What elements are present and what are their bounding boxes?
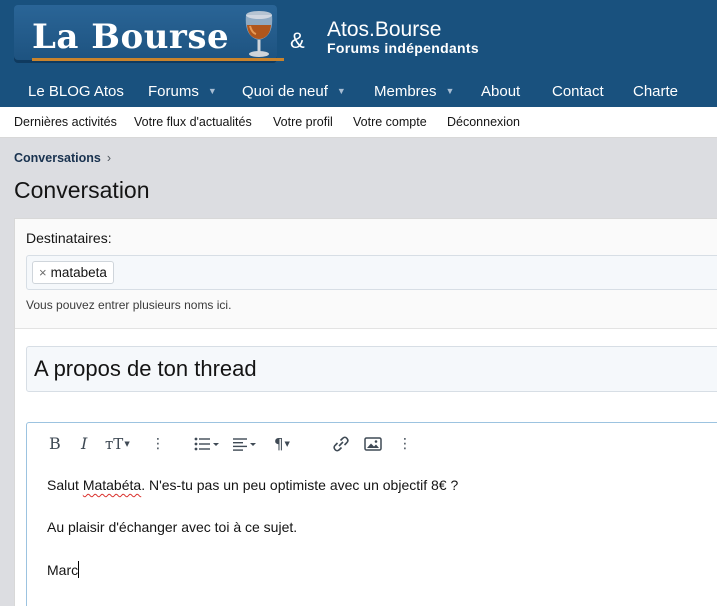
italic-icon[interactable]: I bbox=[81, 434, 87, 454]
nav-about[interactable]: About bbox=[481, 83, 520, 100]
nav-blog-atos[interactable]: Le BLOG Atos bbox=[28, 83, 124, 100]
subnav-recent-activity[interactable]: Dernières activités bbox=[14, 115, 117, 129]
align-icon[interactable] bbox=[233, 434, 259, 454]
nav-charte[interactable]: Charte bbox=[633, 83, 678, 100]
bold-icon[interactable]: B bbox=[49, 434, 61, 454]
main-nav: Le BLOG Atos Forums ▼ Quoi de neuf ▼ Membr… bbox=[0, 78, 717, 107]
nav-label: Le BLOG Atos bbox=[28, 83, 124, 100]
message-paragraph: Marc bbox=[47, 561, 80, 578]
conversation-form: Destinataires: × matabeta Vous pouvez en… bbox=[14, 218, 717, 606]
site-title[interactable]: Atos.Bourse bbox=[327, 18, 441, 42]
conversation-title-input[interactable]: A propos de ton thread bbox=[26, 346, 717, 392]
paragraph-icon[interactable]: ¶▼ bbox=[274, 434, 290, 454]
recipients-help: Vous pouvez entrer plusieurs noms ici. bbox=[26, 298, 232, 312]
editor-content[interactable]: Salut Matabéta. N'es-tu pas un peu optim… bbox=[47, 477, 458, 603]
page-title: Conversation bbox=[14, 177, 150, 203]
message-paragraph: Au plaisir d'échanger avec toi à ce suje… bbox=[47, 519, 298, 535]
sub-nav: Dernières activités Votre flux d'actuali… bbox=[0, 107, 717, 138]
nav-label: Membres bbox=[374, 83, 437, 100]
nav-forums[interactable]: Forums ▼ bbox=[148, 83, 217, 100]
nav-label: Quoi de neuf bbox=[242, 83, 328, 100]
message-paragraph: Salut Matabéta. N'es-tu pas un peu optim… bbox=[47, 477, 459, 493]
site-header: La Bourse & Atos.Bourse Forums indépenda… bbox=[0, 0, 717, 78]
subnav-logout[interactable]: Déconnexion bbox=[447, 115, 520, 129]
recipients-label: Destinataires: bbox=[26, 230, 112, 246]
list-icon[interactable] bbox=[194, 434, 220, 454]
nav-contact[interactable]: Contact bbox=[552, 83, 604, 100]
editor-toolbar: B I ᴛT▼ ⋮ ¶▼ ⋮ bbox=[27, 423, 717, 463]
subnav-profile[interactable]: Votre profil bbox=[273, 115, 333, 129]
more-vertical-icon[interactable]: ⋮ bbox=[151, 434, 165, 454]
recipient-token[interactable]: × matabeta bbox=[32, 261, 114, 284]
site-logo[interactable]: La Bourse bbox=[14, 5, 284, 63]
chevron-down-icon[interactable]: ▼ bbox=[446, 86, 455, 96]
recipients-section: Destinataires: × matabeta Vous pouvez en… bbox=[15, 219, 717, 329]
nav-label: Charte bbox=[633, 83, 679, 100]
ampersand: & bbox=[290, 28, 305, 53]
image-icon[interactable] bbox=[364, 434, 382, 454]
nav-label: Contact bbox=[552, 83, 604, 100]
breadcrumb: Conversations › bbox=[14, 151, 111, 165]
close-icon[interactable]: × bbox=[39, 265, 47, 280]
nav-label: About bbox=[481, 83, 521, 100]
chevron-right-icon: › bbox=[106, 151, 112, 165]
message-editor[interactable]: B I ᴛT▼ ⋮ ¶▼ ⋮ Salut Matabéta. N'es-tu p… bbox=[26, 422, 717, 606]
brandy-glass-icon bbox=[245, 11, 273, 57]
logo-text: La Bourse bbox=[32, 17, 230, 57]
subnav-news-feed[interactable]: Votre flux d'actualités bbox=[134, 115, 252, 129]
more-vertical-icon[interactable]: ⋮ bbox=[398, 434, 412, 454]
misspelled-word[interactable]: Matabéta bbox=[83, 477, 141, 493]
recipients-input[interactable]: × matabeta bbox=[26, 255, 717, 290]
chevron-down-icon[interactable]: ▼ bbox=[208, 86, 217, 96]
subnav-account[interactable]: Votre compte bbox=[353, 115, 427, 129]
font-size-icon[interactable]: ᴛT▼ bbox=[105, 434, 130, 454]
recipient-name: matabeta bbox=[50, 265, 107, 280]
chevron-down-icon[interactable]: ▼ bbox=[337, 86, 346, 96]
text-cursor bbox=[78, 561, 80, 578]
nav-membres[interactable]: Membres ▼ bbox=[374, 83, 454, 100]
breadcrumb-conversations[interactable]: Conversations bbox=[14, 151, 101, 165]
link-icon[interactable] bbox=[332, 434, 350, 454]
logo-underline bbox=[32, 58, 284, 61]
nav-label: Forums bbox=[148, 83, 199, 100]
nav-quoi-de-neuf[interactable]: Quoi de neuf ▼ bbox=[242, 83, 346, 100]
site-subtitle: Forums indépendants bbox=[327, 40, 479, 56]
